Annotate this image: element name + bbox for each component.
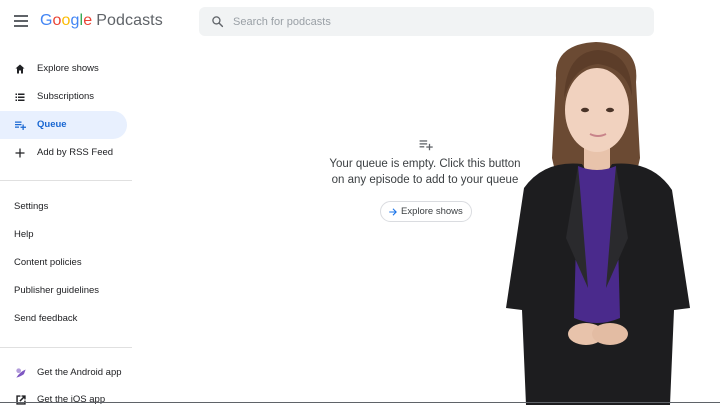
logo-letter: o <box>61 12 71 29</box>
arrow-right-icon <box>389 208 397 216</box>
queue-icon <box>15 121 26 130</box>
sidebar-item-add-rss-feed[interactable]: Add by RSS Feed <box>0 139 127 167</box>
sidebar-item-label: Queue <box>37 119 67 130</box>
explore-button-label: Explore shows <box>401 206 463 217</box>
settings-link[interactable]: Settings <box>14 201 48 212</box>
android-app-icon <box>16 368 26 378</box>
sidebar-item-subscriptions[interactable]: Subscriptions <box>0 83 127 111</box>
send-feedback-link[interactable]: Send feedback <box>14 313 77 324</box>
sidebar-item-label: Explore shows <box>37 63 99 74</box>
logo-letter: g <box>70 12 80 29</box>
app-link-label: Get the Android app <box>37 367 122 378</box>
logo-product-name: Podcasts <box>96 12 163 29</box>
app-link-label: Get the iOS app <box>37 394 106 405</box>
sidebar-item-explore-shows[interactable]: Explore shows <box>0 55 127 83</box>
list-icon <box>15 93 25 101</box>
search-bar[interactable] <box>199 7 654 36</box>
logo-letter: G <box>40 12 53 29</box>
search-icon[interactable] <box>211 15 224 28</box>
search-input[interactable] <box>233 7 633 36</box>
logo-letter: o <box>52 12 62 29</box>
plus-icon <box>15 148 25 158</box>
content-policies-link[interactable]: Content policies <box>14 257 82 268</box>
sidebar-item-queue[interactable]: Queue <box>0 111 127 139</box>
logo-letter: e <box>83 12 93 29</box>
sidebar-item-label: Add by RSS Feed <box>37 147 114 158</box>
playlist-add-icon <box>419 140 433 151</box>
sidebar-divider <box>0 347 132 348</box>
bottom-border <box>0 402 720 403</box>
home-icon <box>15 64 25 74</box>
get-android-app-link[interactable]: Get the Android app <box>0 362 132 384</box>
explore-shows-button[interactable]: Explore shows <box>380 201 472 222</box>
presenter-video-overlay <box>506 42 690 405</box>
help-link[interactable]: Help <box>14 229 34 240</box>
publisher-guidelines-link[interactable]: Publisher guidelines <box>14 285 99 296</box>
sidebar: Explore shows Subscriptions Queue Add by… <box>0 44 132 405</box>
sidebar-divider <box>0 180 132 181</box>
hamburger-menu-icon[interactable] <box>14 15 28 27</box>
sidebar-item-label: Subscriptions <box>37 91 95 102</box>
external-link-icon <box>16 395 26 405</box>
google-podcasts-logo[interactable]: Google Podcasts <box>40 12 163 30</box>
